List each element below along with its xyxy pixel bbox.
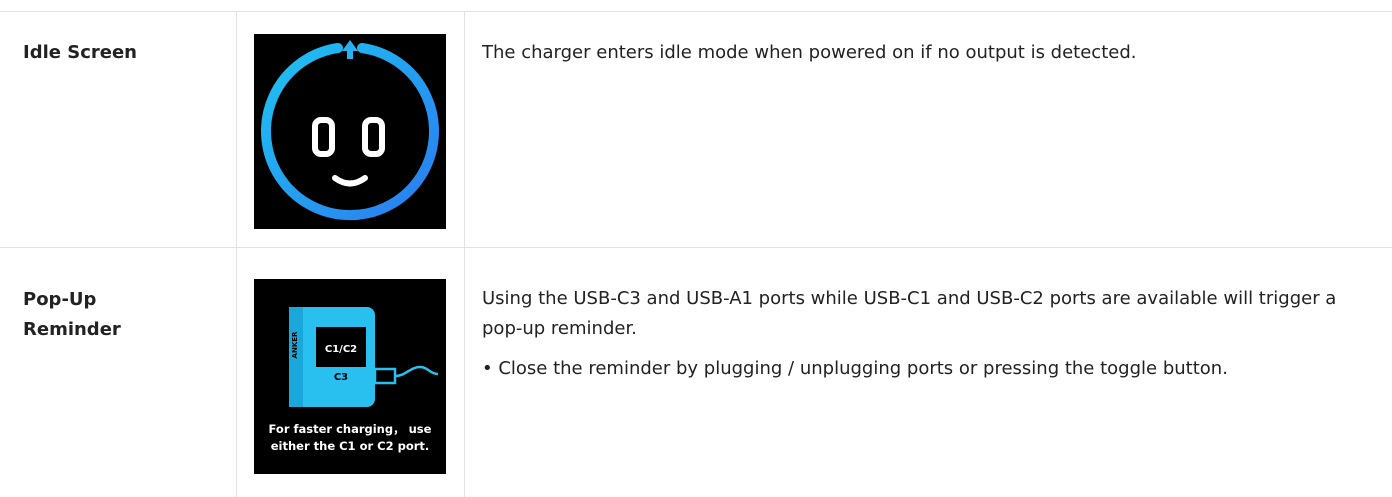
reminder-caption: For faster charging， use either the C1 o… (254, 421, 446, 455)
feature-table: Idle Screen The charger enters idle mode… (0, 0, 1392, 497)
idle-screen-image (254, 34, 446, 229)
brand-label: ANKER (291, 331, 299, 358)
description-paragraph: Using the USB-C3 and USB-A1 ports while … (482, 288, 1337, 339)
port-top-label: C1/C2 (325, 344, 357, 355)
row-description: Using the USB-C3 and USB-A1 ports while … (482, 284, 1362, 384)
caption-line: either the C1 or C2 port. (270, 439, 430, 453)
description-paragraph: The charger enters idle mode when powere… (482, 42, 1137, 63)
smiling-face-ring-icon (261, 40, 439, 221)
port-bottom-label: C3 (334, 372, 348, 383)
row-divider (0, 247, 1392, 248)
description-paragraph: • Close the reminder by plugging / unplu… (482, 358, 1228, 379)
column-divider (464, 11, 465, 497)
row-label: Idle Screen (23, 42, 137, 63)
caption-line: For faster charging， use (268, 422, 432, 436)
row-label: Pop-Up Reminder (23, 289, 121, 340)
table-top-border (0, 11, 1392, 12)
charger-port-icon: C1/C2 C3 ANKER (289, 307, 439, 407)
row-description: The charger enters idle mode when powere… (482, 38, 1362, 68)
pop-up-reminder-image: C1/C2 C3 ANKER For faster charging， use … (254, 279, 446, 474)
column-divider (236, 11, 237, 497)
